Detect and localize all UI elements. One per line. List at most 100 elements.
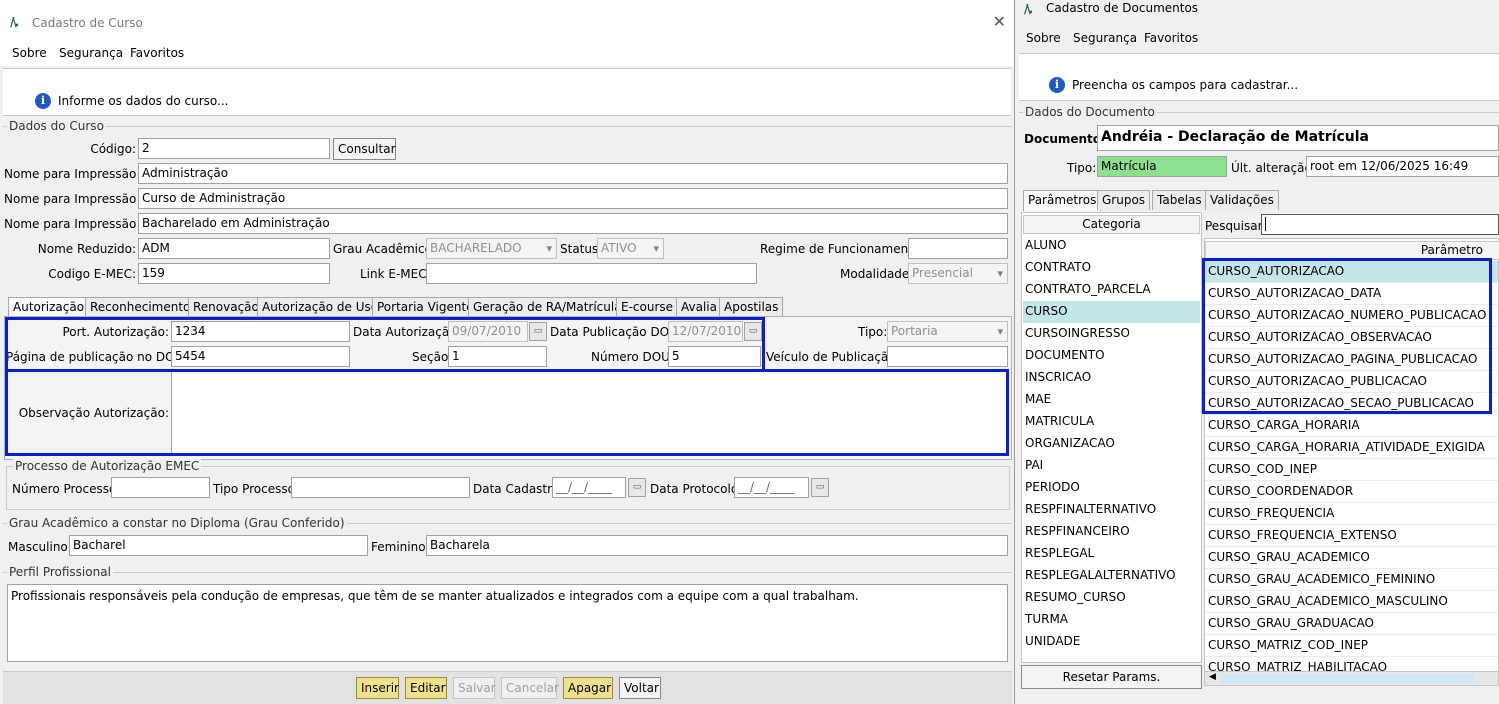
menu-seguranca[interactable]: Segurança [59,46,123,60]
close-icon[interactable]: ✕ [993,12,1006,31]
menu-favoritos[interactable]: Favoritos [130,46,184,60]
feminino-field[interactable]: Bacharela [426,535,1008,556]
categoria-item[interactable]: MAE [1023,389,1200,411]
scroll-left-icon[interactable]: ◀ [1209,672,1216,682]
parametro-item[interactable]: CURSO_MATRIZ_HABILITACAO [1205,657,1498,671]
highlight-box-observacao [5,369,1009,456]
tab-grupos[interactable]: Grupos [1097,190,1151,210]
codigo-field[interactable]: 2 [138,138,330,159]
editar-button[interactable]: Editar [405,677,447,699]
parametro-item[interactable]: CURSO_COORDENADOR [1205,481,1498,503]
menu-sobre[interactable]: Sobre [12,46,47,60]
horizontal-scrollbar[interactable]: ◀ [1205,671,1498,685]
parametro-item[interactable]: CURSO_GRAU_ACADEMICO_FEMININO [1205,569,1498,591]
categoria-item[interactable]: PERIODO [1023,477,1200,499]
nome-reduzido-field[interactable]: ADM [138,238,330,259]
parametro-item[interactable]: CURSO_GRAU_ACADEMICO [1205,547,1498,569]
documento-field[interactable]: Andréia - Declaração de Matrícula [1097,125,1499,151]
calendar-icon[interactable]: ▭ [811,478,829,497]
data-cadastro-field[interactable]: __/__/____ [552,477,626,498]
parametro-item[interactable]: CURSO_FREQUENCIA [1205,503,1498,525]
emec-group-title: Processo de Autorização EMEC [13,459,202,473]
menu-sobre[interactable]: Sobre [1026,31,1061,45]
inserir-button[interactable]: Inserir [356,677,399,699]
categoria-item[interactable]: CURSOINGRESSO [1023,323,1200,345]
calendar-icon[interactable]: ▭ [628,478,646,497]
nome3-field[interactable]: Bacharelado em Administração [138,213,1008,234]
consultar-button[interactable]: Consultar [333,138,396,160]
categoria-header: Categoria [1023,215,1200,234]
nome2-field[interactable]: Curso de Administração [138,188,1008,209]
categoria-item[interactable]: INSCRICAO [1023,367,1200,389]
tab-geracao-ra[interactable]: Geração de RA/Matrículas [468,297,633,317]
categoria-item[interactable]: RESPLEGALALTERNATIVO [1023,565,1200,587]
parametro-item[interactable]: CURSO_CARGA_HORARIA_ATIVIDADE_EXIGIDA [1205,437,1498,459]
categoria-list[interactable]: Categoria ALUNO CONTRATO CONTRATO_PARCELA C… [1021,212,1202,663]
num-processo-field[interactable] [111,477,210,498]
categoria-item[interactable]: ORGANIZACAO [1023,433,1200,455]
categoria-item[interactable]: RESPFINANCEIRO [1023,521,1200,543]
categoria-item[interactable]: DOCUMENTO [1023,345,1200,367]
tab-tabelas[interactable]: Tabelas [1152,190,1207,210]
categoria-item[interactable]: PAI [1023,455,1200,477]
perfil-field[interactable]: Profissionais responsáveis pela condução… [7,584,1008,662]
parametro-item[interactable]: CURSO_MATRIZ_COD_INEP [1205,635,1498,657]
menu-seguranca[interactable]: Segurança [1073,31,1137,45]
info-icon: i [1049,77,1065,93]
categoria-item[interactable]: RESPLEGAL [1023,543,1200,565]
tab-portaria-vigente[interactable]: Portaria Vigente [372,297,479,317]
menu-favoritos[interactable]: Favoritos [1144,31,1198,45]
tab-ecourse[interactable]: E-course [616,297,679,317]
parametro-item[interactable]: CURSO_GRAU_ACADEMICO_MASCULINO [1205,591,1498,613]
tab-autorizacao-uso[interactable]: Autorização de Uso [257,297,384,317]
categoria-item[interactable]: TURMA [1023,609,1200,631]
salvar-button[interactable]: Salvar [453,677,496,699]
veiculo-label: Veículo de Publicação: [766,350,900,364]
categoria-item[interactable]: CONTRATO_PARCELA [1023,279,1200,301]
grau-academico-select[interactable]: BACHARELADO [426,238,557,259]
categoria-item[interactable]: RESPFINALTERNATIVO [1023,499,1200,521]
parametro-item[interactable]: CURSO_CARGA_HORARIA [1205,415,1498,437]
cancelar-button[interactable]: Cancelar [501,677,559,699]
nome1-field[interactable]: Administração [138,163,1008,184]
tipo-portaria-select[interactable]: Portaria [887,321,1008,342]
emec-label: Codigo E-MEC: [48,267,136,281]
parametro-item[interactable]: CURSO_GRAU_GRADUACAO [1205,613,1498,635]
parametro-item[interactable]: CURSO_COD_INEP [1205,459,1498,481]
voltar-button[interactable]: Voltar [619,677,661,699]
highlight-box-parametros [1202,258,1492,414]
categoria-item[interactable]: MATRICULA [1023,411,1200,433]
codigo-label: Código: [90,142,136,156]
curso-window: /\. Cadastro de Curso ✕ Sobre Segurança … [0,0,1015,704]
tipo-doc-field[interactable]: Matrícula [1097,156,1227,177]
tab-renovacao[interactable]: Renovação [188,297,264,317]
categoria-item[interactable]: CONTRATO [1023,257,1200,279]
veiculo-field[interactable] [887,346,1008,367]
tab-parametros[interactable]: Parâmetros [1023,190,1102,211]
pesquisar-input[interactable] [1261,214,1499,235]
resetar-params-button[interactable]: Resetar Params. [1021,665,1202,689]
emec-field[interactable]: 159 [138,263,330,284]
nome3-label: Nome para Impressão 3: [4,217,152,231]
link-emec-field[interactable] [426,263,757,284]
categoria-item[interactable]: RESUMO_CURSO [1023,587,1200,609]
regime-field[interactable] [908,238,1008,259]
tab-apostilas[interactable]: Apostilas [719,297,784,317]
data-protocolo-field[interactable]: __/__/____ [734,477,809,498]
parametro-item[interactable]: CURSO_FREQUENCIA_EXTENSO [1205,525,1498,547]
tab-autorizacao[interactable]: Autorização [8,297,90,318]
status-select[interactable]: ATIVO [597,238,664,259]
tab-avalia[interactable]: Avalia [676,297,722,317]
tipo-processo-field[interactable] [291,477,470,498]
curso-tabs: Autorização Reconhecimento Renovação Aut… [8,297,1008,318]
categoria-item[interactable]: UNIDADE [1023,631,1200,653]
categoria-item[interactable]: CURSO [1023,301,1200,323]
scroll-thumb[interactable] [1221,674,1474,683]
info-icon: i [35,93,51,109]
masculino-field[interactable]: Bacharel [69,535,368,556]
tab-validacoes[interactable]: Validações [1205,190,1279,210]
tab-reconhecimento[interactable]: Reconhecimento [85,297,196,317]
apagar-button[interactable]: Apagar [563,677,613,699]
modalidade-select[interactable]: Presencial [908,263,1008,284]
categoria-item[interactable]: ALUNO [1023,235,1200,257]
